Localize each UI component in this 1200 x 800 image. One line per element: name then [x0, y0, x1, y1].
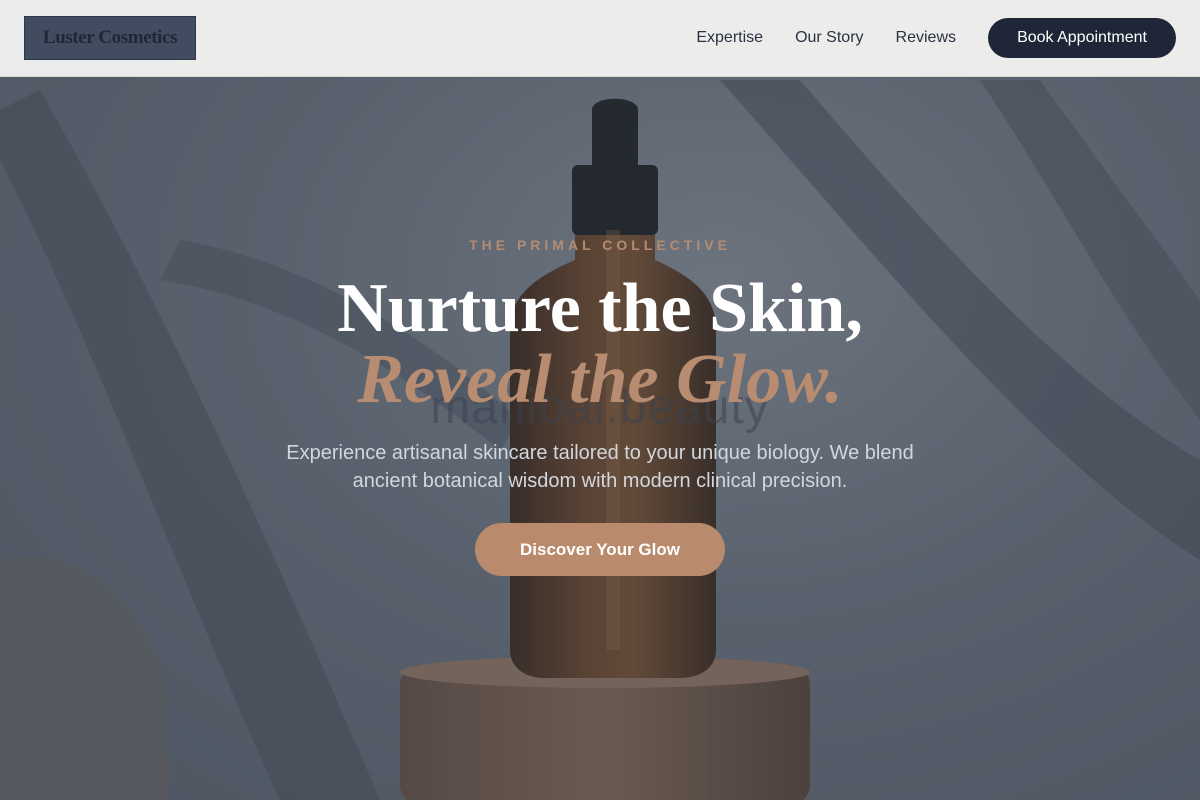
hero-title-line-2: Reveal the Glow.	[357, 341, 843, 418]
nav-link-expertise[interactable]: Expertise	[696, 29, 763, 47]
discover-your-glow-button[interactable]: Discover Your Glow	[475, 523, 725, 576]
hero-section: THE PRIMAL COLLECTIVE manibal.beauty Nur…	[0, 77, 1200, 800]
nav-link-our-story[interactable]: Our Story	[795, 29, 863, 47]
nav-link-reviews[interactable]: Reviews	[896, 29, 956, 47]
hero-eyebrow: THE PRIMAL COLLECTIVE	[469, 237, 731, 253]
nav-links: Expertise Our Story Reviews Book Appoint…	[664, 18, 1176, 58]
book-appointment-button[interactable]: Book Appointment	[988, 18, 1176, 58]
top-navbar: Luster Cosmetics Expertise Our Story Rev…	[0, 0, 1200, 77]
hero-subtitle: Experience artisanal skincare tailored t…	[286, 442, 914, 492]
brand-logo-text: Luster Cosmetics	[42, 27, 178, 48]
brand-logo[interactable]: Luster Cosmetics	[24, 16, 196, 60]
hero-title-line-1: Nurture the Skin,	[337, 270, 863, 347]
